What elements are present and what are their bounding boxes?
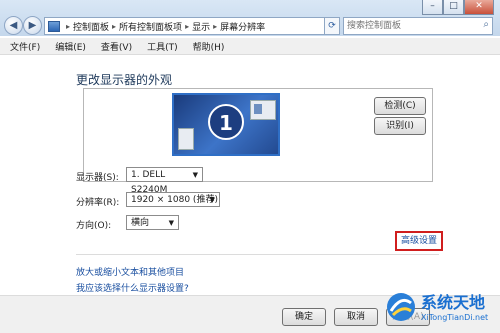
search-icon[interactable]: ⌕ xyxy=(483,19,489,30)
refresh-icon[interactable]: ⟳ xyxy=(324,17,340,35)
display-label: 显示器(S): xyxy=(76,173,119,183)
address-bar[interactable]: ▸ 控制面板 ▸ 所有控制面板项 ▸ 显示 ▸ 屏幕分辨率 ▼ xyxy=(44,17,336,35)
breadcrumb-display[interactable]: 显示 xyxy=(192,20,210,33)
search-input[interactable] xyxy=(344,18,476,34)
breadcrumb-screen-resolution[interactable]: 屏幕分辨率 xyxy=(220,20,265,33)
chevron-right-icon: ▸ xyxy=(112,21,117,31)
chevron-down-icon: ▼ xyxy=(192,171,198,179)
orientation-select[interactable]: 横向 ▼ xyxy=(126,215,179,230)
menu-help[interactable]: 帮助(H) xyxy=(183,40,230,53)
window-controls: – □ ✕ xyxy=(422,0,494,15)
minimize-button[interactable]: – xyxy=(422,0,443,15)
menu-bar: 文件(F) 编辑(E) 查看(V) 工具(T) 帮助(H) xyxy=(0,38,500,55)
monitor-number: 1 xyxy=(208,104,244,140)
chevron-down-icon: ▼ xyxy=(168,219,174,227)
resolution-value: 1920 × 1080 (推荐) xyxy=(131,195,218,205)
menu-edit[interactable]: 编辑(E) xyxy=(45,40,91,53)
window-thumbnail-icon xyxy=(250,100,276,120)
breadcrumb-control-panel[interactable]: 控制面板 xyxy=(73,20,109,33)
watermark-title: 系统天地 xyxy=(421,293,486,312)
forward-button[interactable]: ▶ xyxy=(23,16,42,35)
cancel-button[interactable]: 取消 xyxy=(334,308,378,326)
divider xyxy=(76,254,439,255)
watermark-url: XiTongTianDi.net xyxy=(421,313,489,322)
orientation-label: 方向(O): xyxy=(76,221,112,231)
window-titlebar: – □ ✕ ◀ ▶ ▸ 控制面板 ▸ 所有控制面板项 ▸ 显示 ▸ 屏幕分辨率 … xyxy=(0,0,500,36)
which-setting-link[interactable]: 我应该选择什么显示器设置? xyxy=(76,281,189,294)
search-box: ⌕ xyxy=(343,17,493,35)
close-button[interactable]: ✕ xyxy=(464,0,494,15)
control-panel-icon xyxy=(48,20,60,32)
monitor-preview[interactable]: 1 xyxy=(172,93,280,156)
menu-file[interactable]: 文件(F) xyxy=(0,40,45,53)
menu-tools[interactable]: 工具(T) xyxy=(137,40,183,53)
window-thumbnail-icon xyxy=(178,128,194,150)
watermark: 系统天地 XiTongTianDi.net xyxy=(385,287,497,331)
chevron-right-icon: ▸ xyxy=(66,21,71,31)
resolution-label: 分辨率(R): xyxy=(76,198,120,208)
page-title: 更改显示器的外观 xyxy=(76,73,173,87)
chevron-right-icon: ▸ xyxy=(213,21,218,31)
text-size-link[interactable]: 放大或缩小文本和其他项目 xyxy=(76,265,184,278)
display-select[interactable]: 1. DELL S2240M ▼ xyxy=(126,167,203,195)
identify-button[interactable]: 识别(I) xyxy=(374,117,426,135)
resolution-select[interactable]: 1920 × 1080 (推荐) ▼ xyxy=(126,192,220,207)
breadcrumb-all-items[interactable]: 所有控制面板项 xyxy=(119,20,182,33)
advanced-settings-link[interactable]: 高级设置 xyxy=(395,231,443,251)
watermark-logo-icon xyxy=(387,293,415,321)
detect-button[interactable]: 检测(C) xyxy=(374,97,426,115)
menu-view[interactable]: 查看(V) xyxy=(91,40,137,53)
chevron-right-icon: ▸ xyxy=(185,21,190,31)
ok-button[interactable]: 确定 xyxy=(282,308,326,326)
chevron-down-icon: ▼ xyxy=(209,196,215,204)
back-button[interactable]: ◀ xyxy=(4,16,23,35)
orientation-value: 横向 xyxy=(131,218,150,228)
maximize-button[interactable]: □ xyxy=(443,0,464,15)
